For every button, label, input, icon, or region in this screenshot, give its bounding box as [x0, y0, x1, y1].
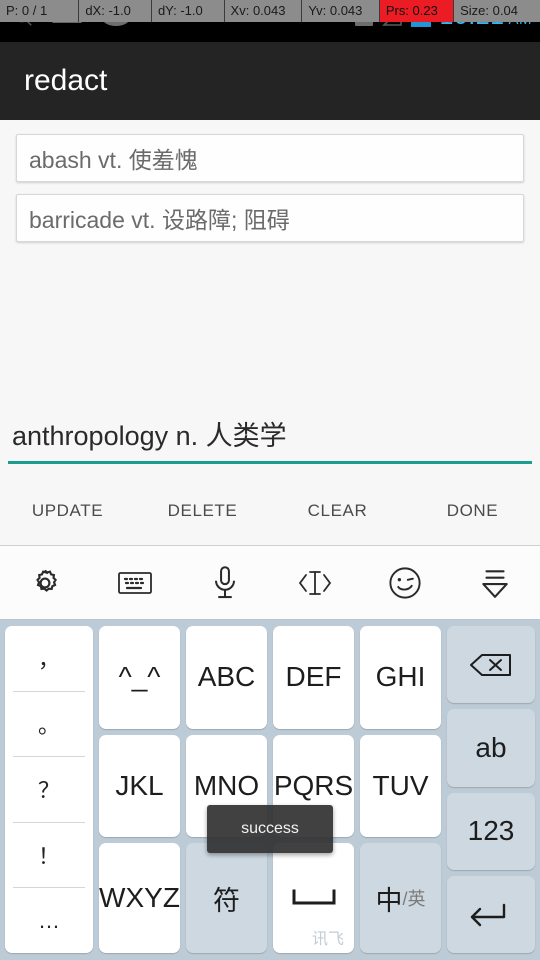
- toast-message: success: [207, 805, 333, 853]
- key-ghi[interactable]: GHI: [360, 626, 441, 729]
- key-language-main: 中: [375, 885, 403, 916]
- ime-toolbar: [0, 545, 540, 620]
- key-period[interactable]: 。: [13, 690, 85, 757]
- debug-dx: dX: -1.0: [79, 0, 152, 22]
- key-def[interactable]: DEF: [273, 626, 354, 729]
- debug-dy: dY: -1.0: [152, 0, 225, 22]
- key-abc[interactable]: ABC: [186, 626, 267, 729]
- list-item[interactable]: abash vt. 使羞愧: [16, 134, 524, 182]
- word-editor: anthropology n. 人类学: [0, 410, 540, 464]
- update-button[interactable]: UPDATE: [0, 501, 135, 521]
- key-wxyz[interactable]: WXYZ: [99, 843, 180, 953]
- list-item[interactable]: barricade vt. 设路障; 阻碍: [16, 194, 524, 242]
- key-language-toggle[interactable]: 中/英: [360, 843, 441, 953]
- punctuation-column: ， 。 ？ ！ …: [5, 626, 93, 953]
- key-language-sub: /英: [402, 889, 426, 910]
- delete-button[interactable]: DELETE: [135, 501, 270, 521]
- word-list: abash vt. 使羞愧 barricade vt. 设路障; 阻碍: [0, 120, 540, 540]
- cursor-move-icon[interactable]: [270, 567, 360, 599]
- debug-xv: Xv: 0.043: [225, 0, 303, 22]
- gear-icon[interactable]: [0, 566, 90, 600]
- key-ellipsis[interactable]: …: [13, 887, 85, 953]
- debug-pointer-count: P: 0 / 1: [0, 0, 80, 22]
- microphone-icon[interactable]: [180, 565, 270, 601]
- debug-yv: Yv: 0.043: [302, 0, 380, 22]
- ime-watermark: 讯飞: [311, 931, 344, 948]
- done-button[interactable]: DONE: [405, 501, 540, 521]
- list-item-label: barricade vt. 设路障; 阻碍: [29, 207, 290, 233]
- key-symbols[interactable]: 符: [186, 843, 267, 953]
- app-action-bar: redact: [0, 42, 540, 120]
- key-kaomoji[interactable]: ^_^: [99, 626, 180, 729]
- function-column: ab 123: [447, 626, 535, 953]
- backspace-icon[interactable]: [447, 626, 535, 704]
- list-item-label: abash vt. 使羞愧: [29, 147, 198, 173]
- page-title: redact: [24, 64, 108, 97]
- key-comma[interactable]: ，: [5, 626, 93, 691]
- clear-button[interactable]: CLEAR: [270, 501, 405, 521]
- keypad: ^_^ ABC DEF GHI JKL MNO PQRS TUV WXYZ 符 …: [99, 626, 441, 953]
- key-exclamation[interactable]: ！: [13, 821, 85, 888]
- keyboard-icon[interactable]: [90, 568, 180, 598]
- enter-icon[interactable]: [447, 875, 535, 953]
- key-jkl[interactable]: JKL: [99, 734, 180, 838]
- screen: ? 10:21AM P: 0 / 1 dX: -1.0 dY: -1.0 Xv:…: [0, 0, 540, 960]
- key-tuv[interactable]: TUV: [360, 734, 441, 838]
- word-input[interactable]: anthropology n. 人类学: [8, 410, 532, 464]
- key-space[interactable]: 讯飞: [273, 843, 354, 953]
- debug-pressure: Prs: 0.23: [379, 0, 455, 22]
- key-ab-mode[interactable]: ab: [447, 709, 535, 787]
- action-button-row: UPDATE DELETE CLEAR DONE: [0, 482, 540, 540]
- key-question[interactable]: ？: [13, 756, 85, 822]
- pointer-debug-overlay: P: 0 / 1 dX: -1.0 dY: -1.0 Xv: 0.043 Yv:…: [0, 0, 540, 22]
- key-123-mode[interactable]: 123: [447, 792, 535, 870]
- debug-size: Size: 0.04: [460, 3, 518, 18]
- collapse-keyboard-icon[interactable]: [450, 566, 540, 600]
- soft-keyboard: ， 。 ？ ！ … ^_^ ABC DEF GHI JKL MNO PQRS T…: [0, 620, 540, 960]
- emoji-wink-icon[interactable]: [360, 565, 450, 601]
